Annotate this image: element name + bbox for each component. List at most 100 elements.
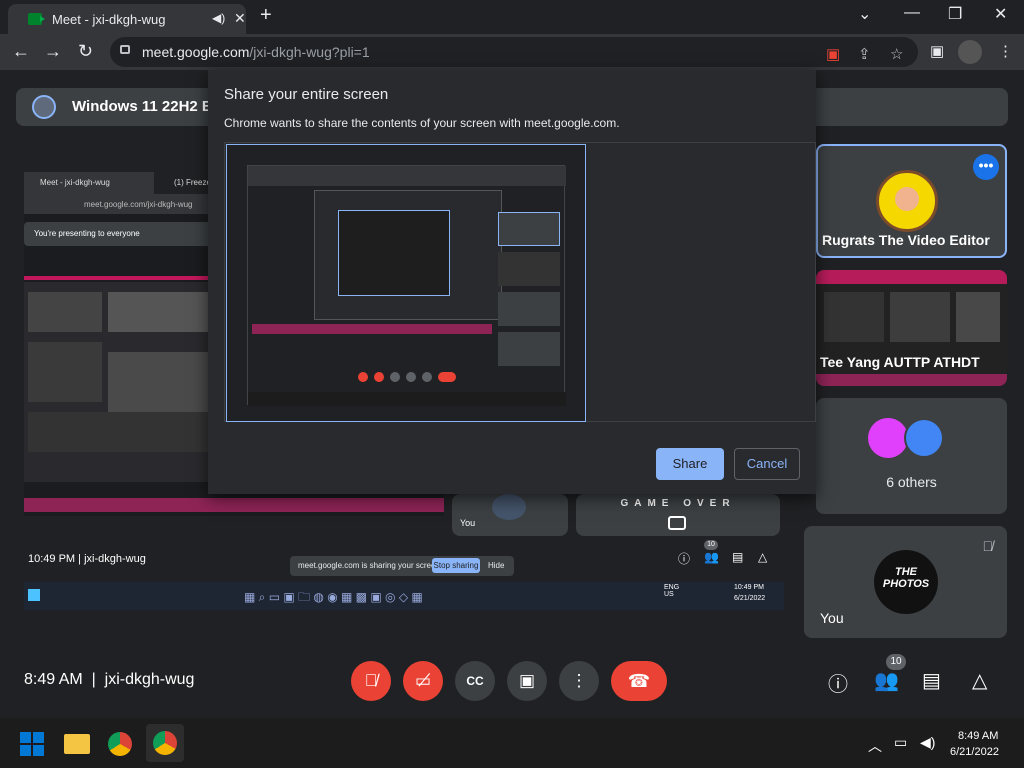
others-count-label: 6 others [886,474,937,490]
nested-thumb [108,352,210,412]
more-options-icon[interactable]: ••• [973,154,999,180]
thumb-control-dot [390,372,400,382]
share-button[interactable]: Share [656,448,724,480]
meeting-details-icon[interactable]: ⓘ [828,668,848,697]
show-hidden-icons[interactable]: ︿ [868,736,882,756]
chrome-icon[interactable] [108,732,132,756]
sharing-banner: meet.google.com is sharing your screen. … [290,556,514,576]
screen-option-selected[interactable] [226,144,586,422]
thumb-stripe [252,324,492,334]
nested-thumb [108,292,210,332]
activities-icon[interactable]: △ [972,668,987,693]
back-button[interactable]: ← [12,41,30,62]
restore-button[interactable]: ❐ [948,4,962,24]
browser-toolbar: ← → ↻ meet.google.com/jxi-dkgh-wug?pli=1… [0,34,1024,70]
presentation-title: Windows 11 22H2 Edi [72,98,226,115]
volume-icon[interactable]: ◀) [920,734,935,751]
nested-thumb [28,342,102,402]
minimize-button[interactable]: — [904,4,920,22]
thumb-control-dot [422,372,432,382]
participant-tile-tee[interactable]: Tee Yang AUTTP ATHDT [816,270,1007,386]
start-button-icon[interactable] [20,732,44,756]
game-over-tile: GAME OVER [576,494,780,536]
rugrats-avatar [876,170,938,232]
other-avatar-2 [904,418,944,458]
tab-search-icon[interactable]: ⌄ [858,4,871,24]
url-text: meet.google.com/jxi-dkgh-wug?pli=1 [142,44,370,60]
captions-button[interactable]: CC [455,661,495,701]
participant-name: Rugrats The Video Editor [822,232,990,248]
small-you-tile: You [452,494,568,536]
close-window-button[interactable]: ✕ [994,4,1007,24]
lock-icon[interactable] [120,45,130,54]
taskbar-time[interactable]: 8:49 AM [958,730,998,742]
share-page-icon[interactable]: ⇪ [858,45,871,63]
hide-button[interactable]: Hide [488,561,504,570]
tab-strip: Meet - jxi-dkgh-wug ◀) ✕ + ⌄ — ❐ ✕ [0,0,1024,34]
tee-video-block [956,292,1000,342]
tee-video-strip [816,270,1007,284]
present-button[interactable]: ▣ [507,661,547,701]
nested-badge: 10 [704,540,718,550]
nested-chat-icon: ▤ [732,550,744,564]
nested-time: 10:49 PM [28,553,76,565]
nested-tray-date: 6/21/2022 [734,595,766,602]
forward-button[interactable]: → [44,41,62,62]
meeting-separator: | [91,671,96,688]
thumb-tile [498,292,560,326]
thumb-taskbar [248,392,566,406]
participant-tile-you[interactable]: 🎙̸ THE PHOTOS You [804,526,1007,638]
tee-video-strip [816,374,1007,386]
sharing-text: meet.google.com is sharing your screen. [298,561,443,570]
profile-avatar[interactable] [958,40,982,64]
url-host: meet.google.com [142,44,250,60]
nested-taskbar-icons: ▦ ⌕ ▭ ▣ 🗀 ◍ ◉ ▦ ▩ ▣ ◎ ◇ ▦ [244,590,423,604]
address-bar[interactable]: meet.google.com/jxi-dkgh-wug?pli=1 ▣ ⇪ ☆ [110,37,918,67]
people-icon[interactable]: 👥 [874,668,899,693]
tee-video-block [890,292,950,342]
file-explorer-icon[interactable] [64,734,90,754]
mic-off-icon: 🎙̸ [982,538,994,554]
meeting-code: jxi-dkgh-wug [104,671,195,688]
browser-tab[interactable]: Meet - jxi-dkgh-wug ◀) ✕ [8,4,246,34]
more-options-button[interactable]: ⋮ [559,661,599,701]
leave-call-button[interactable]: ☎ [611,661,667,701]
presentation-header-right [816,88,1008,126]
thumb-toolbar [248,166,566,186]
mic-toggle-button[interactable]: 🎙̸ [351,661,391,701]
nested-taskbar: ▦ ⌕ ▭ ▣ 🗀 ◍ ◉ ▦ ▩ ▣ ◎ ◇ ▦ ENG US 10:49 P… [24,582,784,610]
network-icon[interactable]: ▭ [894,734,907,751]
new-tab-button[interactable]: + [260,4,272,27]
presenter-avatar [32,95,56,119]
tab-title: Meet - jxi-dkgh-wug [52,12,166,27]
participant-tile-rugrats[interactable]: ••• Rugrats The Video Editor [816,144,1007,258]
speaker-icon[interactable]: ◀) [212,11,225,25]
camera-toggle-button[interactable]: ▭̸ [403,661,443,701]
menu-kebab-icon[interactable]: ⋮ [998,42,1013,60]
meet-control-bar: 8:49 AM | jxi-dkgh-wug 🎙̸ ▭̸ CC ▣ ⋮ ☎ ⓘ … [0,654,1024,710]
nested-bottom-stripe [24,498,444,512]
close-tab-icon[interactable]: ✕ [234,10,246,27]
you-avatar: THE PHOTOS [874,550,938,614]
meeting-time: 8:49 AM [24,671,83,688]
share-screen-dialog: Share your entire screen Chrome wants to… [208,70,816,494]
taskbar-date[interactable]: 6/21/2022 [950,746,999,758]
side-panel-icon[interactable]: ▣ [930,42,944,60]
cancel-button[interactable]: Cancel [734,448,800,480]
chat-icon[interactable]: ▤ [922,668,941,693]
nested-content-left [24,282,214,482]
url-path: /jxi-dkgh-wug?pli=1 [249,44,370,60]
nested-bar-time: 10:49 PM | jxi-dkgh-wug [28,553,146,565]
chrome-active-task[interactable] [146,724,184,762]
reload-button[interactable]: ↻ [78,41,93,62]
nested-thumb [28,412,210,452]
bookmark-star-icon[interactable]: ☆ [890,45,903,63]
participant-name: You [820,610,844,626]
stop-sharing-button[interactable]: Stop sharing [432,558,480,573]
chrome-icon [153,731,177,755]
participant-tile-others[interactable]: 6 others [816,398,1007,514]
thumb-preview [338,210,450,296]
camera-blocked-icon[interactable]: ▣ [826,45,840,63]
present-icon [668,516,686,530]
tee-video-block [824,292,884,342]
